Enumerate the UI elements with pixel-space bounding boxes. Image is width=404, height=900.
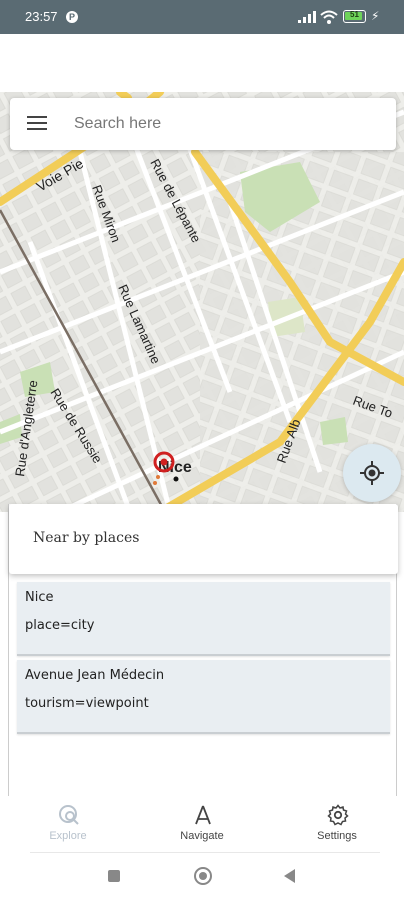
status-bar: 23:57 P 51 ⚡ — [0, 0, 404, 34]
place-card[interactable]: Nice place=city — [17, 582, 390, 656]
navigate-icon — [195, 805, 211, 825]
app-screen: 23:57 P 51 ⚡ Voie Pie Rue Miron Rue de L… — [0, 0, 404, 900]
map-canvas[interactable]: Voie Pie Rue Miron Rue de Lépante Rue La… — [0, 92, 404, 512]
nav-divider — [30, 852, 380, 853]
battery-level: 51 — [350, 10, 359, 19]
back-icon[interactable] — [284, 869, 295, 883]
nav-settings-label: Settings — [317, 830, 357, 842]
nav-settings[interactable]: Settings — [282, 796, 392, 854]
nearby-places-sheet: Near by places Nice place=city Avenue Je… — [8, 504, 398, 796]
status-time: 23:57 — [25, 9, 58, 24]
my-location-button[interactable] — [343, 444, 401, 502]
home-icon[interactable] — [194, 867, 212, 885]
p-icon: P — [66, 11, 78, 23]
nav-navigate-label: Navigate — [180, 830, 224, 842]
system-navigation-bar — [0, 854, 404, 900]
search-bar — [10, 98, 396, 150]
place-tag: tourism=viewpoint — [25, 696, 149, 711]
bolt-icon: ⚡ — [371, 9, 380, 23]
nav-explore-label: Explore — [49, 830, 87, 842]
explore-icon — [59, 805, 79, 825]
bottom-navigation: Explore Navigate Settings — [0, 796, 404, 854]
map-view[interactable]: Voie Pie Rue Miron Rue de Lépante Rue La… — [0, 92, 404, 512]
recents-icon[interactable] — [108, 870, 120, 882]
place-name: Nice — [25, 590, 54, 605]
park-area — [320, 417, 348, 445]
battery-icon: 51 — [343, 10, 366, 23]
settings-icon — [327, 804, 349, 826]
place-name: Avenue Jean Médecin — [25, 668, 165, 683]
signal-icon — [298, 11, 316, 23]
place-card[interactable]: Avenue Jean Médecin tourism=viewpoint — [17, 660, 390, 734]
nav-navigate[interactable]: Navigate — [147, 796, 257, 854]
nav-explore[interactable]: Explore — [13, 796, 123, 854]
place-tag: place=city — [25, 618, 95, 633]
nearby-places-title: Near by places — [33, 530, 140, 546]
menu-icon[interactable] — [27, 116, 47, 132]
my-location-icon — [360, 461, 384, 485]
nearby-places-header: Near by places — [9, 504, 398, 574]
search-input[interactable] — [74, 110, 374, 138]
wifi-icon — [320, 10, 338, 24]
